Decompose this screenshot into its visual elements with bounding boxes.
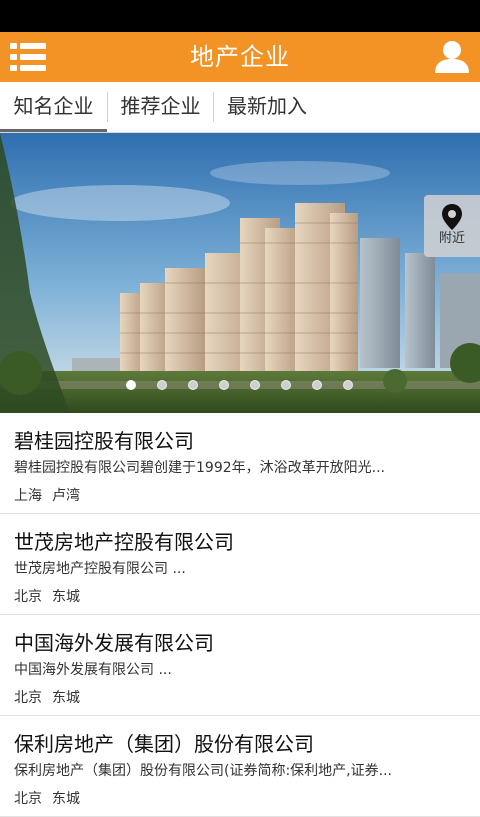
tab-label: 知名企业 [13,94,94,118]
app-bar: 地产企业 [0,32,480,82]
carousel-dot[interactable] [126,380,136,390]
carousel-dot[interactable] [281,380,291,390]
carousel-dot[interactable] [157,380,167,390]
banner-image [0,133,480,413]
user-icon[interactable] [434,40,470,74]
active-tab-indicator [0,129,107,132]
company-list: 碧桂园控股有限公司 碧桂园控股有限公司碧创建于1992年，沐浴改革开放阳光...… [0,413,480,817]
city: 上海 [14,488,42,504]
tab-label: 最新加入 [227,94,307,118]
list-item[interactable]: 保利房地产（集团）股份有限公司 保利房地产（集团）股份有限公司(证券简称:保利地… [0,716,480,817]
company-location: 北京 东城 [14,788,80,808]
company-location: 北京 东城 [14,586,80,606]
nearby-button[interactable]: 附近 [424,195,480,257]
company-name: 保利房地产（集团）股份有限公司 [14,732,314,756]
company-description: 保利房地产（集团）股份有限公司(证券简称:保利地产,证券... [14,763,392,779]
company-name: 中国海外发展有限公司 [14,631,214,655]
list-item[interactable]: 中国海外发展有限公司 中国海外发展有限公司 ... 北京 东城 [0,615,480,716]
tab-famous[interactable]: 知名企业 [0,82,107,132]
district: 东城 [52,589,80,605]
page-title: 地产企业 [190,43,290,71]
tab-recommended[interactable]: 推荐企业 [108,82,213,130]
list-item[interactable]: 世茂房地产控股有限公司 世茂房地产控股有限公司 ... 北京 东城 [0,514,480,615]
tab-newest[interactable]: 最新加入 [214,82,320,130]
company-description: 世茂房地产控股有限公司 ... [14,561,186,577]
carousel-dot[interactable] [312,380,322,390]
nearby-label: 附近 [438,231,465,246]
company-description: 碧桂园控股有限公司碧创建于1992年，沐浴改革开放阳光... [14,460,385,476]
city: 北京 [14,589,42,605]
city: 北京 [14,791,42,807]
carousel-dot[interactable] [219,380,229,390]
status-bar [0,0,480,32]
carousel-dot[interactable] [343,380,353,390]
company-description: 中国海外发展有限公司 ... [14,662,172,678]
company-name: 碧桂园控股有限公司 [14,429,194,453]
banner-carousel[interactable]: 附近 [0,133,480,413]
district: 东城 [52,690,80,706]
carousel-dot[interactable] [250,380,260,390]
tab-bar: 知名企业 推荐企业 最新加入 [0,82,480,133]
carousel-dot[interactable] [188,380,198,390]
tab-label: 推荐企业 [120,94,201,118]
location-pin-icon [442,204,462,230]
city: 北京 [14,690,42,706]
district: 卢湾 [52,488,80,504]
list-item[interactable]: 碧桂园控股有限公司 碧桂园控股有限公司碧创建于1992年，沐浴改革开放阳光...… [0,413,480,514]
company-location: 北京 东城 [14,687,80,707]
district: 东城 [52,791,80,807]
company-name: 世茂房地产控股有限公司 [14,530,234,554]
company-location: 上海 卢湾 [14,485,80,505]
